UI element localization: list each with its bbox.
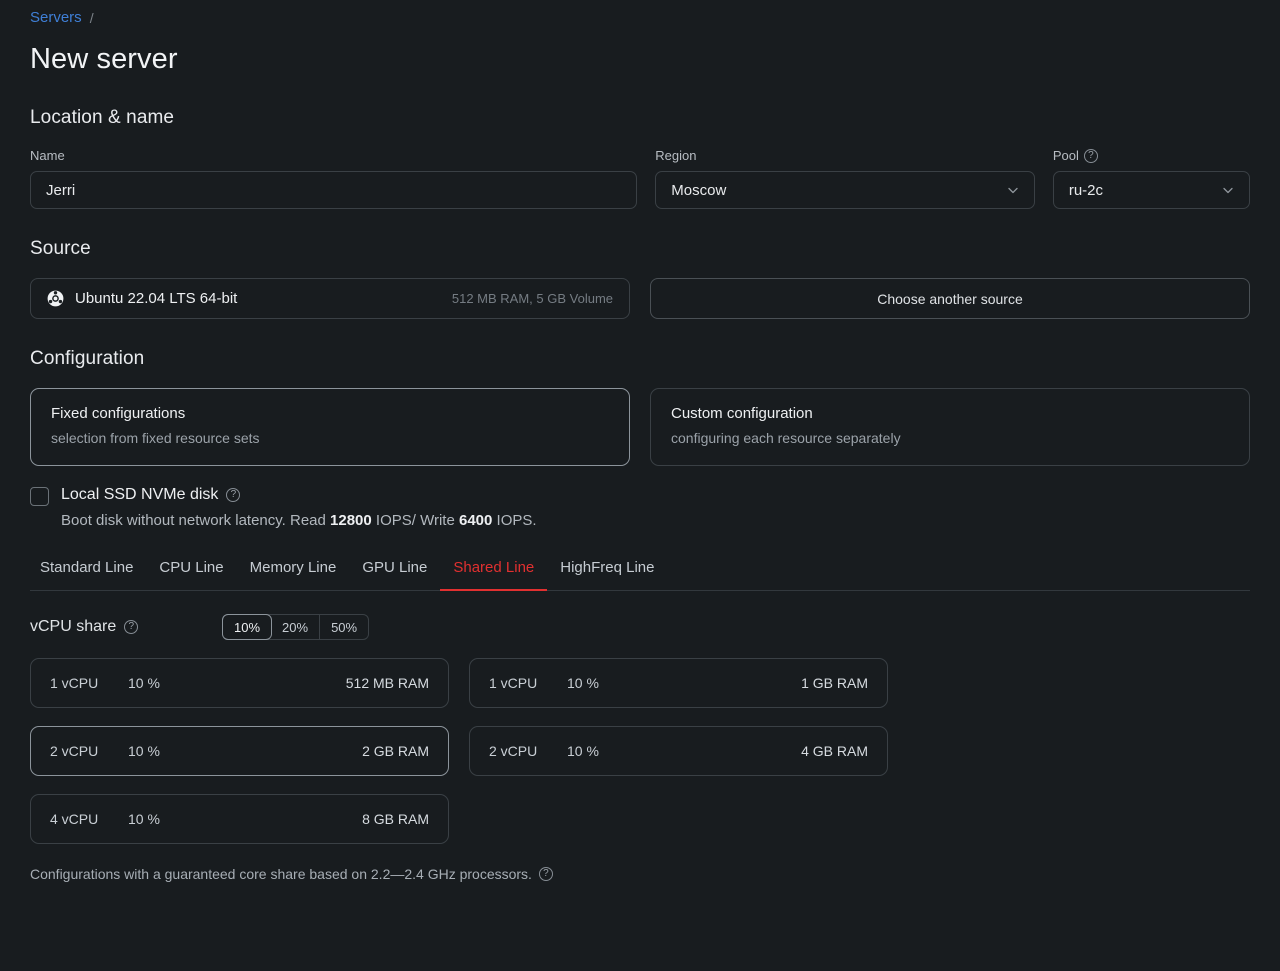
plan-cpu: 1 vCPU xyxy=(50,675,99,691)
new-server-page: Servers / New server Location & name Nam… xyxy=(0,0,1280,971)
local-ssd-desc-prefix: Boot disk without network latency. Read xyxy=(61,512,331,529)
local-ssd-desc-middle: IOPS/ Write xyxy=(371,512,459,529)
vcpu-share-label-group: vCPU share ? xyxy=(30,618,192,636)
plan-ram: 8 GB RAM xyxy=(362,811,429,827)
local-ssd-desc-suffix: IOPS. xyxy=(492,512,537,529)
plan-ram: 2 GB RAM xyxy=(362,743,429,759)
help-icon-local-ssd[interactable]: ? xyxy=(226,488,241,502)
tab-gpu-line[interactable]: GPU Line xyxy=(349,559,440,590)
plan-cpu: 1 vCPU xyxy=(489,675,538,691)
plans-footnote: Configurations with a guaranteed core sh… xyxy=(30,866,1250,882)
local-ssd-write-iops: 6400 xyxy=(459,512,493,529)
pool-select-value: ru-2c xyxy=(1068,181,1104,199)
vcpu-share-option-50[interactable]: 50% xyxy=(320,615,368,639)
line-tabs: Standard Line CPU Line Memory Line GPU L… xyxy=(30,559,1250,591)
breadcrumb: Servers / xyxy=(30,0,1250,28)
local-ssd-checkbox[interactable] xyxy=(30,487,49,506)
ubuntu-icon xyxy=(47,290,64,307)
field-pool: Pool ? ru-2c xyxy=(1052,147,1250,209)
plan-ram: 4 GB RAM xyxy=(801,743,868,759)
region-select-value: Moscow xyxy=(671,181,727,199)
local-ssd-label-row: Local SSD NVMe disk ? xyxy=(61,484,537,506)
breadcrumb-link-servers[interactable]: Servers xyxy=(30,8,82,28)
option-custom-title: Custom configuration xyxy=(671,405,813,422)
tab-memory-line[interactable]: Memory Line xyxy=(237,559,350,590)
name-input[interactable]: Jerri xyxy=(30,171,638,209)
pool-select[interactable]: ru-2c xyxy=(1052,171,1250,209)
chevron-down-icon xyxy=(1007,184,1019,196)
plan-card[interactable]: 4 vCPU 10 % 8 GB RAM xyxy=(30,794,449,844)
vcpu-share-option-20[interactable]: 20% xyxy=(271,615,321,639)
option-fixed-title: Fixed configurations xyxy=(51,405,186,422)
custom-config-col: Custom configuration configuring each re… xyxy=(650,388,1250,466)
pool-label: Pool ? xyxy=(1053,147,1250,164)
local-ssd-text-block: Local SSD NVMe disk ? Boot disk without … xyxy=(61,484,537,532)
selected-source-card[interactable]: Ubuntu 22.04 LTS 64-bit 512 MB RAM, 5 GB… xyxy=(30,278,630,319)
selected-source-meta: 512 MB RAM, 5 GB Volume xyxy=(451,291,613,306)
plan-card[interactable]: 2 vCPU 10 % 2 GB RAM xyxy=(30,726,449,776)
vcpu-share-row: vCPU share ? 10% 20% 50% xyxy=(30,614,1250,640)
source-selected-col: Ubuntu 22.04 LTS 64-bit 512 MB RAM, 5 GB… xyxy=(30,278,630,319)
section-title-location: Location & name xyxy=(30,107,175,128)
fixed-config-col: Fixed configurations selection from fixe… xyxy=(30,388,630,466)
configuration-options-row: Fixed configurations selection from fixe… xyxy=(30,388,1250,466)
pool-label-text: Pool xyxy=(1052,148,1079,163)
plan-ram: 512 MB RAM xyxy=(345,675,429,691)
plan-cpu: 2 vCPU xyxy=(50,743,99,759)
option-custom-configuration[interactable]: Custom configuration configuring each re… xyxy=(650,388,1250,466)
selected-source-name: Ubuntu 22.04 LTS 64-bit xyxy=(75,290,238,307)
plan-cpu: 4 vCPU xyxy=(50,811,99,827)
field-region: Region Moscow xyxy=(655,147,1035,209)
name-label: Name xyxy=(30,148,65,163)
local-ssd-label: Local SSD NVMe disk xyxy=(61,486,219,503)
section-title-source: Source xyxy=(30,238,91,259)
vcpu-share-option-10[interactable]: 10% xyxy=(222,614,273,640)
name-input-value: Jerri xyxy=(46,181,76,199)
region-select[interactable]: Moscow xyxy=(655,171,1035,209)
local-ssd-row: Local SSD NVMe disk ? Boot disk without … xyxy=(30,484,1250,532)
option-fixed-configurations[interactable]: Fixed configurations selection from fixe… xyxy=(30,388,630,466)
field-name: Name Jerri xyxy=(30,147,638,209)
plan-card[interactable]: 1 vCPU 10 % 512 MB RAM xyxy=(30,658,449,708)
plan-card[interactable]: 1 vCPU 10 % 1 GB RAM xyxy=(469,658,888,708)
source-row: Ubuntu 22.04 LTS 64-bit 512 MB RAM, 5 GB… xyxy=(30,278,1250,319)
plan-list: 1 vCPU 10 % 512 MB RAM 1 vCPU 10 % 1 GB … xyxy=(30,658,906,844)
tab-shared-line[interactable]: Shared Line xyxy=(440,559,548,591)
section-title-configuration: Configuration xyxy=(30,348,145,369)
plan-share: 10 % xyxy=(567,743,599,759)
choose-another-source-button[interactable]: Choose another source xyxy=(650,278,1250,319)
help-icon-footnote[interactable]: ? xyxy=(538,867,553,881)
plan-share: 10 % xyxy=(128,675,160,691)
local-ssd-description: Boot disk without network latency. Read … xyxy=(61,510,537,532)
chevron-down-icon xyxy=(1222,184,1234,196)
vcpu-share-segmented-control: 10% 20% 50% xyxy=(222,614,370,640)
plans-footnote-text: Configurations with a guaranteed core sh… xyxy=(30,866,532,882)
help-icon-pool[interactable]: ? xyxy=(1083,148,1098,163)
tab-cpu-line[interactable]: CPU Line xyxy=(146,559,236,590)
option-fixed-subtitle: selection from fixed resource sets xyxy=(51,430,260,446)
page-title: New server xyxy=(30,43,178,75)
tab-standard-line[interactable]: Standard Line xyxy=(30,559,146,590)
plan-cpu: 2 vCPU xyxy=(489,743,538,759)
option-custom-subtitle: configuring each resource separately xyxy=(671,430,901,446)
plan-share: 10 % xyxy=(128,811,160,827)
location-fields-row: Name Jerri Region Moscow Pool ? ru-2c xyxy=(30,147,1250,209)
plan-share: 10 % xyxy=(567,675,599,691)
region-label: Region xyxy=(655,148,697,163)
vcpu-share-label: vCPU share xyxy=(30,618,117,635)
plan-share: 10 % xyxy=(128,743,160,759)
choose-source-col: Choose another source xyxy=(650,278,1250,319)
tab-highfreq-line[interactable]: HighFreq Line xyxy=(547,559,667,590)
help-icon-vcpu-share[interactable]: ? xyxy=(124,620,139,634)
breadcrumb-separator: / xyxy=(89,10,94,26)
plan-card[interactable]: 2 vCPU 10 % 4 GB RAM xyxy=(469,726,888,776)
plan-ram: 1 GB RAM xyxy=(801,675,868,691)
local-ssd-read-iops: 12800 xyxy=(330,512,372,529)
